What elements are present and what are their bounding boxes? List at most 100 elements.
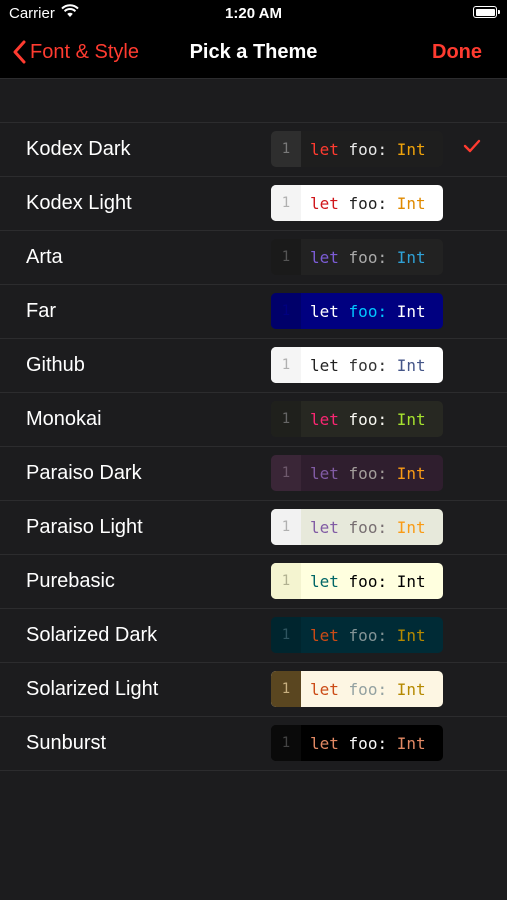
preview-line-number: 1	[271, 725, 301, 761]
theme-row[interactable]: Paraiso Dark 1 let foo: Int	[0, 446, 507, 500]
preview-keyword: let	[310, 247, 339, 267]
navigation-bar: Font & Style Pick a Theme Done	[0, 28, 507, 79]
preview-keyword: let	[310, 301, 339, 321]
preview-keyword: let	[310, 193, 339, 213]
preview-line-number: 1	[271, 347, 301, 383]
preview-type: Int	[396, 409, 426, 429]
theme-preview: 1 let foo: Int	[271, 131, 443, 167]
theme-preview: 1 let foo: Int	[271, 563, 443, 599]
preview-identifier: foo:	[348, 463, 388, 483]
preview-line-number: 1	[271, 671, 301, 707]
preview-line-number: 1	[271, 563, 301, 599]
preview-code: let foo: Int	[301, 140, 426, 159]
theme-name: Solarized Light	[26, 678, 159, 700]
theme-preview: 1 let foo: Int	[271, 617, 443, 653]
preview-type: Int	[396, 571, 426, 591]
preview-line-number: 1	[271, 293, 301, 329]
preview-type: Int	[396, 355, 426, 375]
preview-identifier: foo:	[348, 733, 388, 753]
preview-keyword: let	[310, 625, 339, 645]
preview-code: let foo: Int	[301, 248, 426, 267]
theme-name: Kodex Dark	[26, 138, 131, 160]
preview-identifier: foo:	[348, 571, 388, 591]
theme-row[interactable]: Kodex Light 1 let foo: Int	[0, 176, 507, 230]
theme-name: Kodex Light	[26, 192, 132, 214]
theme-name: Arta	[26, 246, 63, 268]
theme-name: Solarized Dark	[26, 624, 158, 646]
preview-line-number: 1	[271, 185, 301, 221]
theme-name: Purebasic	[26, 570, 115, 592]
theme-name: Monokai	[26, 408, 102, 430]
preview-identifier: foo:	[348, 247, 388, 267]
preview-identifier: foo:	[348, 193, 388, 213]
theme-row[interactable]: Sunburst 1 let foo: Int	[0, 716, 507, 771]
theme-name: Far	[26, 300, 56, 322]
preview-code: let foo: Int	[301, 356, 426, 375]
preview-identifier: foo:	[348, 679, 388, 699]
theme-row[interactable]: Solarized Dark 1 let foo: Int	[0, 608, 507, 662]
preview-type: Int	[396, 463, 426, 483]
theme-list: Kodex Dark 1 let foo: Int Kodex Light 1 let f…	[0, 122, 507, 771]
theme-name: Github	[26, 354, 85, 376]
back-button[interactable]: Font & Style	[12, 40, 139, 64]
preview-type: Int	[396, 193, 426, 213]
theme-row[interactable]: Paraiso Light 1 let foo: Int	[0, 500, 507, 554]
back-button-label: Font & Style	[30, 40, 139, 63]
preview-type: Int	[396, 679, 426, 699]
preview-keyword: let	[310, 571, 339, 591]
preview-type: Int	[396, 517, 426, 537]
preview-line-number: 1	[271, 239, 301, 275]
theme-row[interactable]: Purebasic 1 let foo: Int	[0, 554, 507, 608]
preview-line-number: 1	[271, 401, 301, 437]
preview-code: let foo: Int	[301, 626, 426, 645]
theme-row[interactable]: Far 1 let foo: Int	[0, 284, 507, 338]
preview-keyword: let	[310, 409, 339, 429]
preview-identifier: foo:	[348, 409, 388, 429]
theme-preview: 1 let foo: Int	[271, 725, 443, 761]
preview-code: let foo: Int	[301, 734, 426, 753]
theme-row[interactable]: Kodex Dark 1 let foo: Int	[0, 122, 507, 176]
theme-preview: 1 let foo: Int	[271, 455, 443, 491]
theme-row[interactable]: Arta 1 let foo: Int	[0, 230, 507, 284]
preview-code: let foo: Int	[301, 464, 426, 483]
theme-preview: 1 let foo: Int	[271, 185, 443, 221]
theme-row[interactable]: Monokai 1 let foo: Int	[0, 392, 507, 446]
theme-name: Paraiso Light	[26, 516, 143, 538]
theme-row[interactable]: Github 1 let foo: Int	[0, 338, 507, 392]
theme-row[interactable]: Solarized Light 1 let foo: Int	[0, 662, 507, 716]
preview-keyword: let	[310, 517, 339, 537]
preview-type: Int	[396, 139, 426, 159]
theme-preview: 1 let foo: Int	[271, 401, 443, 437]
theme-preview: 1 let foo: Int	[271, 671, 443, 707]
theme-preview: 1 let foo: Int	[271, 239, 443, 275]
preview-identifier: foo:	[348, 139, 388, 159]
preview-identifier: foo:	[348, 517, 388, 537]
preview-code: let foo: Int	[301, 410, 426, 429]
preview-type: Int	[396, 301, 426, 321]
preview-keyword: let	[310, 139, 339, 159]
theme-name: Sunburst	[26, 732, 107, 754]
preview-code: let foo: Int	[301, 680, 426, 699]
theme-preview: 1 let foo: Int	[271, 347, 443, 383]
done-button[interactable]: Done	[432, 41, 482, 64]
checkmark-icon	[463, 139, 481, 153]
preview-line-number: 1	[271, 509, 301, 545]
battery-icon	[473, 6, 500, 18]
preview-code: let foo: Int	[301, 518, 426, 537]
preview-identifier: foo:	[348, 355, 388, 375]
preview-keyword: let	[310, 679, 339, 699]
preview-type: Int	[396, 247, 426, 267]
preview-identifier: foo:	[348, 301, 388, 321]
theme-preview: 1 let foo: Int	[271, 293, 443, 329]
status-bar: Carrier 1:20 AM	[0, 0, 507, 28]
preview-line-number: 1	[271, 131, 301, 167]
preview-keyword: let	[310, 463, 339, 483]
theme-name: Paraiso Dark	[26, 462, 142, 484]
preview-code: let foo: Int	[301, 194, 426, 213]
preview-identifier: foo:	[348, 625, 388, 645]
status-time: 1:20 AM	[225, 5, 282, 22]
preview-keyword: let	[310, 733, 339, 753]
preview-line-number: 1	[271, 455, 301, 491]
chevron-left-icon	[13, 40, 26, 64]
preview-type: Int	[396, 625, 426, 645]
